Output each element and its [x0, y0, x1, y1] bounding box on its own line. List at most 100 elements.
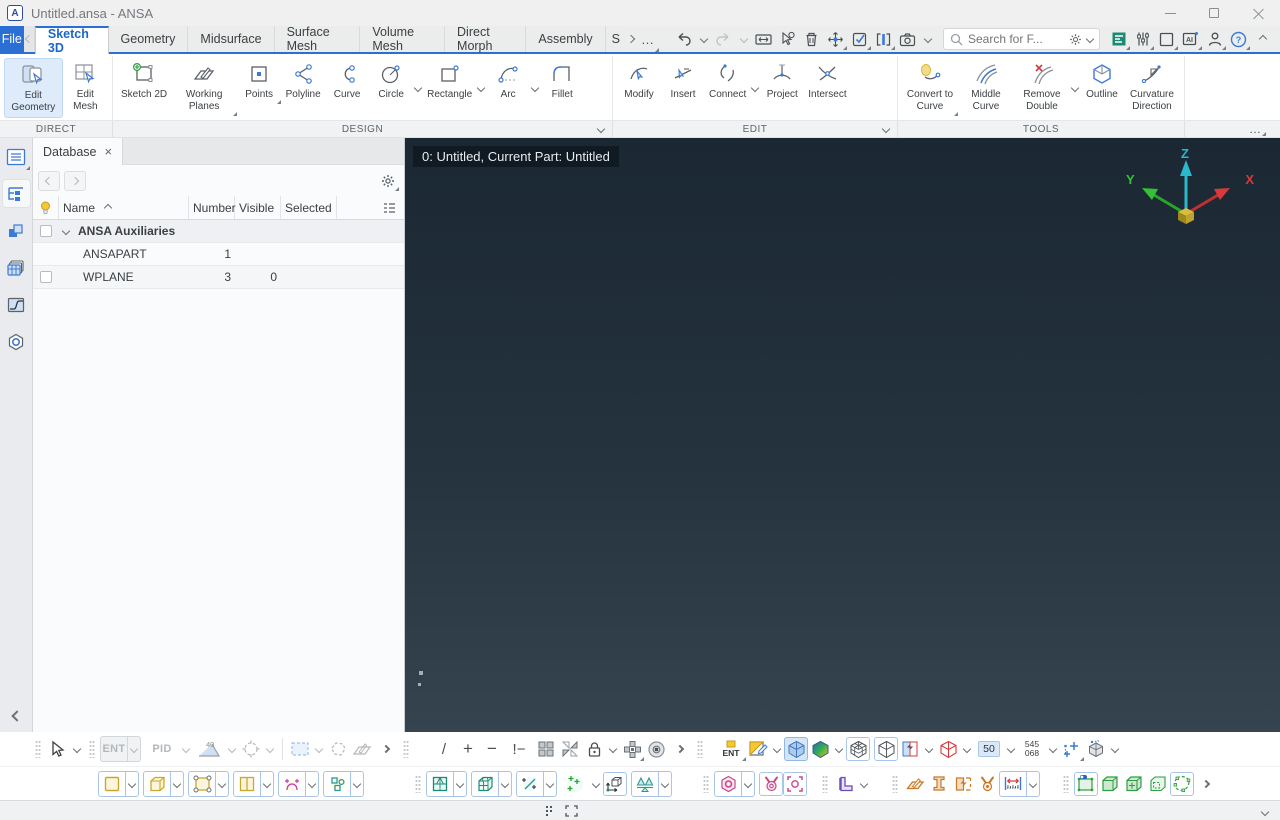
morph-box-button[interactable]	[1074, 771, 1098, 796]
render-options-dropdown[interactable]	[1108, 744, 1122, 754]
beam-section-button[interactable]	[833, 772, 857, 796]
align-views-button[interactable]	[620, 737, 644, 761]
tab-midsurface[interactable]: Midsurface	[188, 26, 275, 52]
modify-button[interactable]: Modify	[617, 58, 661, 104]
visibility-slash-button[interactable]: /	[432, 737, 456, 761]
polygon-select-button[interactable]	[326, 737, 350, 761]
sidebar-function-button[interactable]	[3, 291, 30, 318]
expand-fullscreen-icon[interactable]	[565, 804, 578, 817]
toolbar-drag-handle[interactable]	[697, 740, 703, 758]
help-button[interactable]: ?	[1228, 28, 1250, 50]
close-button[interactable]	[1236, 0, 1280, 26]
entity-display-button[interactable]: ENT	[716, 737, 746, 761]
pid-filter-button[interactable]: PID	[145, 737, 179, 761]
mesh-volume-tool-button[interactable]	[471, 770, 512, 797]
undo-dropdown[interactable]	[697, 28, 711, 50]
group-checkbox[interactable]	[40, 225, 52, 237]
select-cursor-dropdown[interactable]	[70, 744, 84, 754]
user-account-button[interactable]	[1204, 28, 1226, 50]
tab-assembly[interactable]: Assembly	[526, 26, 606, 52]
ai-assistant-button[interactable]: AI	[1180, 28, 1202, 50]
edit-geometry-button[interactable]: Edit Geometry	[4, 58, 63, 118]
toolbar-drag-handle[interactable]	[35, 740, 41, 758]
wireframe-button[interactable]	[874, 737, 898, 761]
view-all-button[interactable]	[534, 737, 558, 761]
sidebar-layers-button[interactable]	[3, 254, 30, 281]
connect-button[interactable]: Connect	[705, 58, 750, 104]
name-column-header[interactable]: Name	[59, 196, 189, 219]
edit-expand-icon[interactable]	[881, 124, 891, 134]
visibility-column-header[interactable]	[33, 196, 59, 219]
middle-curve-button[interactable]: Middle Curve	[958, 58, 1014, 116]
clip-box-button[interactable]	[936, 737, 960, 761]
connect-dropdown[interactable]	[751, 58, 760, 118]
feature-angle-dropdown[interactable]	[225, 744, 239, 754]
morph-dashed-button[interactable]	[1146, 772, 1170, 796]
collapse-ribbon-button[interactable]	[1252, 28, 1274, 50]
tree-group-row-ansa-auxiliaries[interactable]: ANSA Auxiliaries	[33, 220, 404, 243]
toolbar-drag-handle[interactable]	[892, 774, 898, 793]
design-expand-icon[interactable]	[596, 124, 606, 134]
script-editor-button[interactable]	[1108, 28, 1130, 50]
visibility-invert-button[interactable]: !−	[504, 737, 534, 761]
mesh-surface-tool-button[interactable]	[426, 770, 467, 797]
select-cursor-button[interactable]	[46, 737, 70, 761]
project-button[interactable]: Project	[760, 58, 804, 104]
intersect-button[interactable]: Intersect	[804, 58, 850, 104]
draw-mode-button[interactable]	[746, 737, 770, 761]
arc-button[interactable]: Arc	[486, 58, 530, 104]
view-split-button[interactable]	[558, 737, 582, 761]
tab-volume-mesh[interactable]: Volume Mesh	[360, 25, 446, 53]
surface-points-tool-button[interactable]	[188, 770, 229, 797]
rectangle-button[interactable]: Rectangle	[423, 58, 476, 104]
search-box[interactable]	[942, 28, 1100, 50]
morph-free-button[interactable]	[1170, 771, 1194, 796]
measure-button[interactable]	[753, 28, 775, 50]
tab-direct-morph[interactable]: Direct Morph	[445, 25, 527, 53]
windows-button[interactable]	[1156, 28, 1178, 50]
delete-button[interactable]	[801, 28, 823, 50]
circle-button[interactable]: Circle	[369, 58, 413, 104]
tab-scroll-left-button[interactable]	[23, 26, 35, 52]
clip-box-dropdown[interactable]	[960, 744, 974, 754]
number-column-header[interactable]: Number	[189, 196, 236, 219]
sidebar-materials-button[interactable]	[3, 328, 30, 355]
nav-back-button[interactable]	[38, 170, 60, 191]
edit-mesh-button[interactable]: Edit Mesh	[63, 58, 108, 116]
spotweld-button[interactable]	[759, 771, 783, 796]
outline-button[interactable]: Outline	[1080, 58, 1124, 104]
nav-forward-button[interactable]	[64, 170, 86, 191]
visible-column-header[interactable]: Visible	[235, 196, 281, 219]
tab-geometry[interactable]: Geometry	[108, 26, 189, 52]
sidebar-modules-button[interactable]	[3, 217, 30, 244]
connection-point-button[interactable]	[783, 771, 807, 796]
morph-add-button[interactable]	[1122, 772, 1146, 796]
screenshot-dropdown[interactable]	[921, 28, 935, 50]
face-tool-button[interactable]	[98, 770, 139, 797]
file-menu-button[interactable]: File	[0, 26, 24, 52]
bolt-tool-button[interactable]	[714, 770, 755, 797]
tree-row-ansapart[interactable]: ANSAPART 1	[33, 243, 404, 266]
tab-surface-mesh[interactable]: Surface Mesh	[274, 25, 361, 53]
shaded-view-button[interactable]	[784, 737, 808, 761]
search-dropdown-icon[interactable]	[1085, 34, 1095, 44]
rectangle-dropdown[interactable]	[476, 58, 486, 118]
add-points-button[interactable]	[561, 772, 589, 796]
volume-tool-button[interactable]	[143, 770, 184, 797]
arc-dropdown[interactable]	[530, 58, 540, 118]
render-options-button[interactable]	[1084, 737, 1108, 761]
redo-dropdown[interactable]	[737, 28, 751, 50]
toolbar-drag-handle[interactable]	[1063, 774, 1069, 793]
box-select-dropdown[interactable]	[312, 744, 326, 754]
morph-more-button[interactable]	[1194, 772, 1218, 796]
wireframe-grid-button[interactable]	[846, 737, 870, 761]
undo-button[interactable]	[673, 28, 695, 50]
tree-expand-icon[interactable]	[61, 226, 71, 236]
ibeam-button[interactable]	[927, 772, 951, 796]
statusbar-collapse-button[interactable]	[1260, 802, 1270, 820]
remove-double-button[interactable]: Remove Double	[1014, 58, 1070, 116]
toolbar-drag-handle[interactable]	[89, 740, 95, 758]
selection-more-button[interactable]	[374, 737, 398, 761]
sidebar-collapse-button[interactable]	[0, 710, 33, 722]
weld-gun-button[interactable]	[975, 772, 999, 796]
